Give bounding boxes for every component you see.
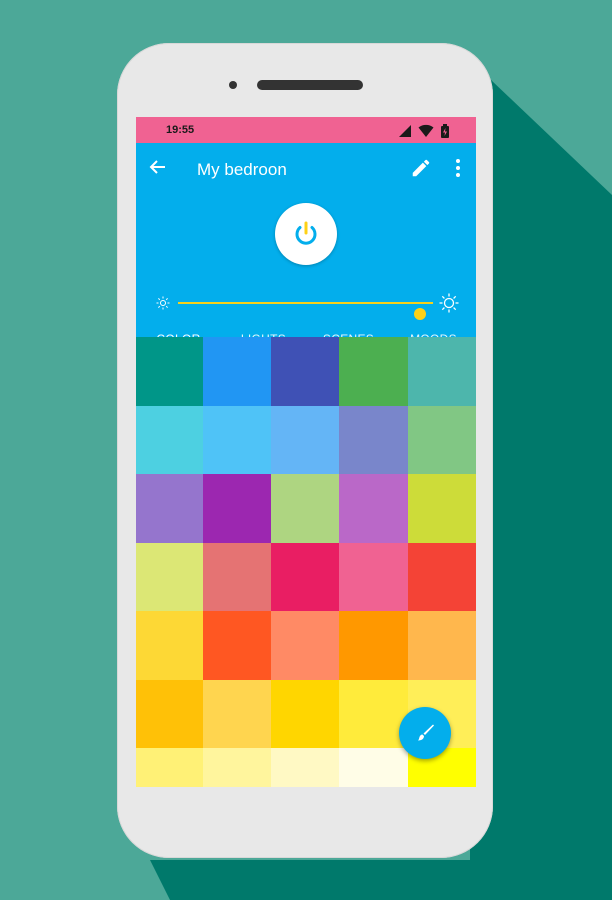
color-swatch[interactable]: [408, 611, 476, 680]
color-swatch[interactable]: [136, 679, 203, 748]
earpiece-speaker: [257, 80, 363, 90]
brightness-slider-row: [136, 291, 476, 320]
back-button[interactable]: [146, 155, 170, 179]
power-button[interactable]: [275, 203, 337, 265]
color-swatch[interactable]: [408, 337, 476, 406]
battery-icon: [441, 124, 449, 138]
color-swatch[interactable]: [136, 542, 203, 611]
color-swatch[interactable]: [271, 679, 339, 748]
pencil-icon: [412, 159, 430, 177]
color-swatch[interactable]: [339, 679, 408, 748]
sun-small-icon: [156, 296, 170, 310]
wifi-icon: [418, 124, 434, 137]
color-swatch[interactable]: [203, 337, 271, 406]
color-swatch[interactable]: [136, 748, 203, 787]
arrow-back-icon: [149, 160, 165, 174]
color-swatch[interactable]: [271, 748, 339, 787]
page-title: My bedroon: [197, 160, 287, 179]
color-swatch[interactable]: [203, 611, 271, 680]
paint-fab-button[interactable]: [399, 707, 451, 759]
more-vert-icon: [456, 159, 460, 177]
brush-icon: [418, 724, 434, 741]
color-swatch[interactable]: [203, 474, 271, 543]
more-options-button[interactable]: [450, 157, 466, 179]
color-swatch[interactable]: [136, 337, 203, 406]
color-swatch[interactable]: [203, 748, 271, 787]
color-swatch[interactable]: [408, 542, 476, 611]
brightness-slider[interactable]: [178, 302, 433, 320]
color-swatch[interactable]: [203, 679, 271, 748]
front-camera: [229, 81, 237, 89]
color-swatch[interactable]: [271, 474, 339, 543]
color-swatch[interactable]: [339, 405, 408, 474]
status-time: 19:55: [166, 124, 195, 136]
color-swatch[interactable]: [136, 611, 203, 680]
color-swatch[interactable]: [271, 337, 339, 406]
edit-button[interactable]: [410, 157, 432, 179]
color-swatch[interactable]: [339, 748, 408, 787]
color-swatch[interactable]: [271, 611, 339, 680]
color-swatch[interactable]: [271, 405, 339, 474]
color-swatch[interactable]: [203, 542, 271, 611]
color-swatch[interactable]: [339, 474, 408, 543]
color-swatch[interactable]: [136, 405, 203, 474]
app-screen: 19:55 My bedroon: [136, 117, 476, 787]
color-swatch[interactable]: [408, 405, 476, 474]
color-swatch[interactable]: [339, 337, 408, 406]
sun-large-icon: [439, 293, 459, 313]
status-icons: [398, 124, 458, 138]
signal-icon: [399, 125, 411, 137]
status-bar: 19:55: [136, 117, 476, 143]
color-swatch[interactable]: [136, 474, 203, 543]
power-icon: [295, 221, 317, 245]
color-swatch[interactable]: [203, 405, 271, 474]
app-bar: My bedroon: [136, 143, 476, 361]
color-swatch[interactable]: [408, 474, 476, 543]
color-swatch[interactable]: [339, 542, 408, 611]
color-swatch[interactable]: [339, 611, 408, 680]
color-swatch[interactable]: [271, 542, 339, 611]
